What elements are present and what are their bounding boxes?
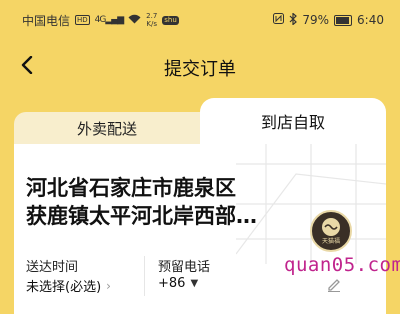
signal-type: 4G bbox=[94, 15, 107, 25]
delivery-time-value: 未选择(必选) bbox=[26, 280, 102, 295]
phone-code: +86 bbox=[158, 276, 186, 291]
chevron-right-icon: › bbox=[106, 278, 111, 293]
network-speed: 2.7 K/s bbox=[146, 12, 157, 28]
app-badge-icon: shu bbox=[162, 15, 179, 25]
carrier-name: 中国电信 bbox=[22, 13, 71, 28]
field-divider bbox=[144, 256, 145, 296]
wifi-icon bbox=[128, 13, 141, 27]
tab-delivery[interactable]: 外卖配送 bbox=[14, 112, 200, 144]
status-bar: 中国电信 HD 4G▂▄▆ 2.7 K/s shu 79% 6:40 bbox=[0, 0, 400, 40]
clock-time: 6:40 bbox=[357, 13, 384, 27]
caret-down-icon: ▼ bbox=[190, 278, 199, 289]
battery-icon bbox=[334, 14, 353, 26]
store-logo-text: 天猫福 bbox=[322, 237, 340, 245]
store-logo: 天猫福 bbox=[310, 210, 352, 252]
speed-unit: K/s bbox=[146, 20, 158, 28]
page-title: 提交订单 bbox=[164, 59, 236, 80]
store-address: 河北省石家庄市鹿泉区 获鹿镇太平河北岸西部… bbox=[26, 174, 326, 230]
delivery-time-selector[interactable]: 未选择(必选) › bbox=[26, 276, 111, 296]
bluetooth-icon bbox=[289, 11, 298, 28]
battery-percent: 79% bbox=[302, 13, 330, 27]
phone-code-selector[interactable]: +86 ▼ bbox=[158, 276, 198, 291]
status-left: 中国电信 HD 4G▂▄▆ 2.7 K/s shu bbox=[22, 12, 179, 29]
delivery-time-label: 送达时间 bbox=[26, 260, 79, 275]
pickup-card: 河北省石家庄市鹿泉区 获鹿镇太平河北岸西部… 天猫福 送达时间 未选择(必选) … bbox=[14, 144, 386, 314]
phone-label: 预留电话 bbox=[158, 260, 211, 275]
address-line-2: 获鹿镇太平河北岸西部… bbox=[26, 204, 257, 228]
status-right: 79% 6:40 bbox=[273, 11, 384, 28]
nfc-icon bbox=[273, 13, 285, 27]
cellular-signal-icon: 4G▂▄▆ bbox=[94, 15, 124, 25]
hd-badge: HD bbox=[75, 15, 90, 25]
edit-pencil-icon[interactable] bbox=[326, 276, 342, 292]
store-logo-graphic: 天猫福 bbox=[322, 218, 340, 245]
speed-value: 2.7 bbox=[146, 12, 158, 20]
address-line-1: 河北省石家庄市鹿泉区 bbox=[26, 176, 236, 200]
order-type-tabs: 外卖配送 到店自取 bbox=[14, 98, 386, 144]
tab-pickup[interactable]: 到店自取 bbox=[200, 98, 386, 144]
watermark: quan05.com bbox=[284, 254, 400, 276]
nav-bar: 提交订单 bbox=[0, 44, 400, 88]
